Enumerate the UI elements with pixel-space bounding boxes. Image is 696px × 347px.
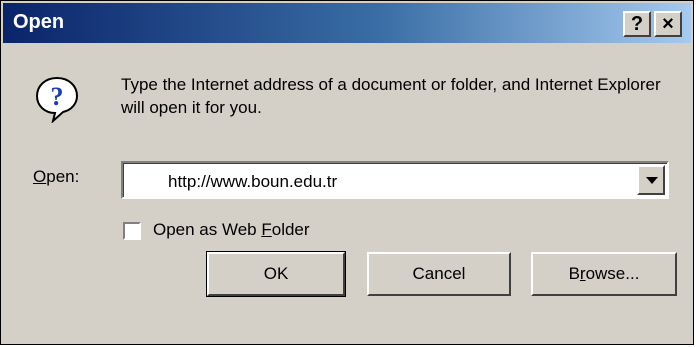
prompt-text: Type the Internet address of a document … xyxy=(121,75,661,117)
svg-text:?: ? xyxy=(51,82,64,111)
help-button[interactable]: ? xyxy=(623,11,651,37)
web-folder-label-post: older xyxy=(271,220,310,239)
question-balloon-icon: ? xyxy=(35,76,79,123)
cancel-button[interactable]: Cancel xyxy=(367,252,511,296)
open-label: Open: xyxy=(33,167,79,187)
web-folder-label[interactable]: Open as Web Folder xyxy=(153,220,310,240)
open-label-rest: pen: xyxy=(46,167,80,186)
browse-label-post: owse... xyxy=(585,264,640,283)
open-dialog: Open ? × ? Type the Internet address of … xyxy=(0,0,694,345)
address-combobox[interactable]: http://www.boun.edu.tr xyxy=(121,161,669,199)
web-folder-checkbox[interactable] xyxy=(123,222,141,240)
help-icon: ? xyxy=(630,13,644,35)
address-field-frame: http://www.boun.edu.tr xyxy=(123,163,667,197)
dropdown-button[interactable] xyxy=(637,165,665,195)
web-folder-label-mnemonic: F xyxy=(261,220,272,239)
address-input[interactable]: http://www.boun.edu.tr xyxy=(168,172,337,192)
open-label-mnemonic: O xyxy=(33,167,47,186)
ok-button[interactable]: OK xyxy=(206,251,346,297)
close-icon: × xyxy=(662,13,674,35)
close-button[interactable]: × xyxy=(654,11,682,37)
web-folder-label-pre: Open as Web xyxy=(153,220,262,239)
title-bar[interactable]: Open ? × xyxy=(3,3,691,43)
dialog-title: Open xyxy=(13,11,65,33)
dropdown-arrow-icon xyxy=(646,177,658,184)
browse-label-pre: B xyxy=(568,264,580,283)
browse-button[interactable]: Browse... xyxy=(531,252,677,296)
